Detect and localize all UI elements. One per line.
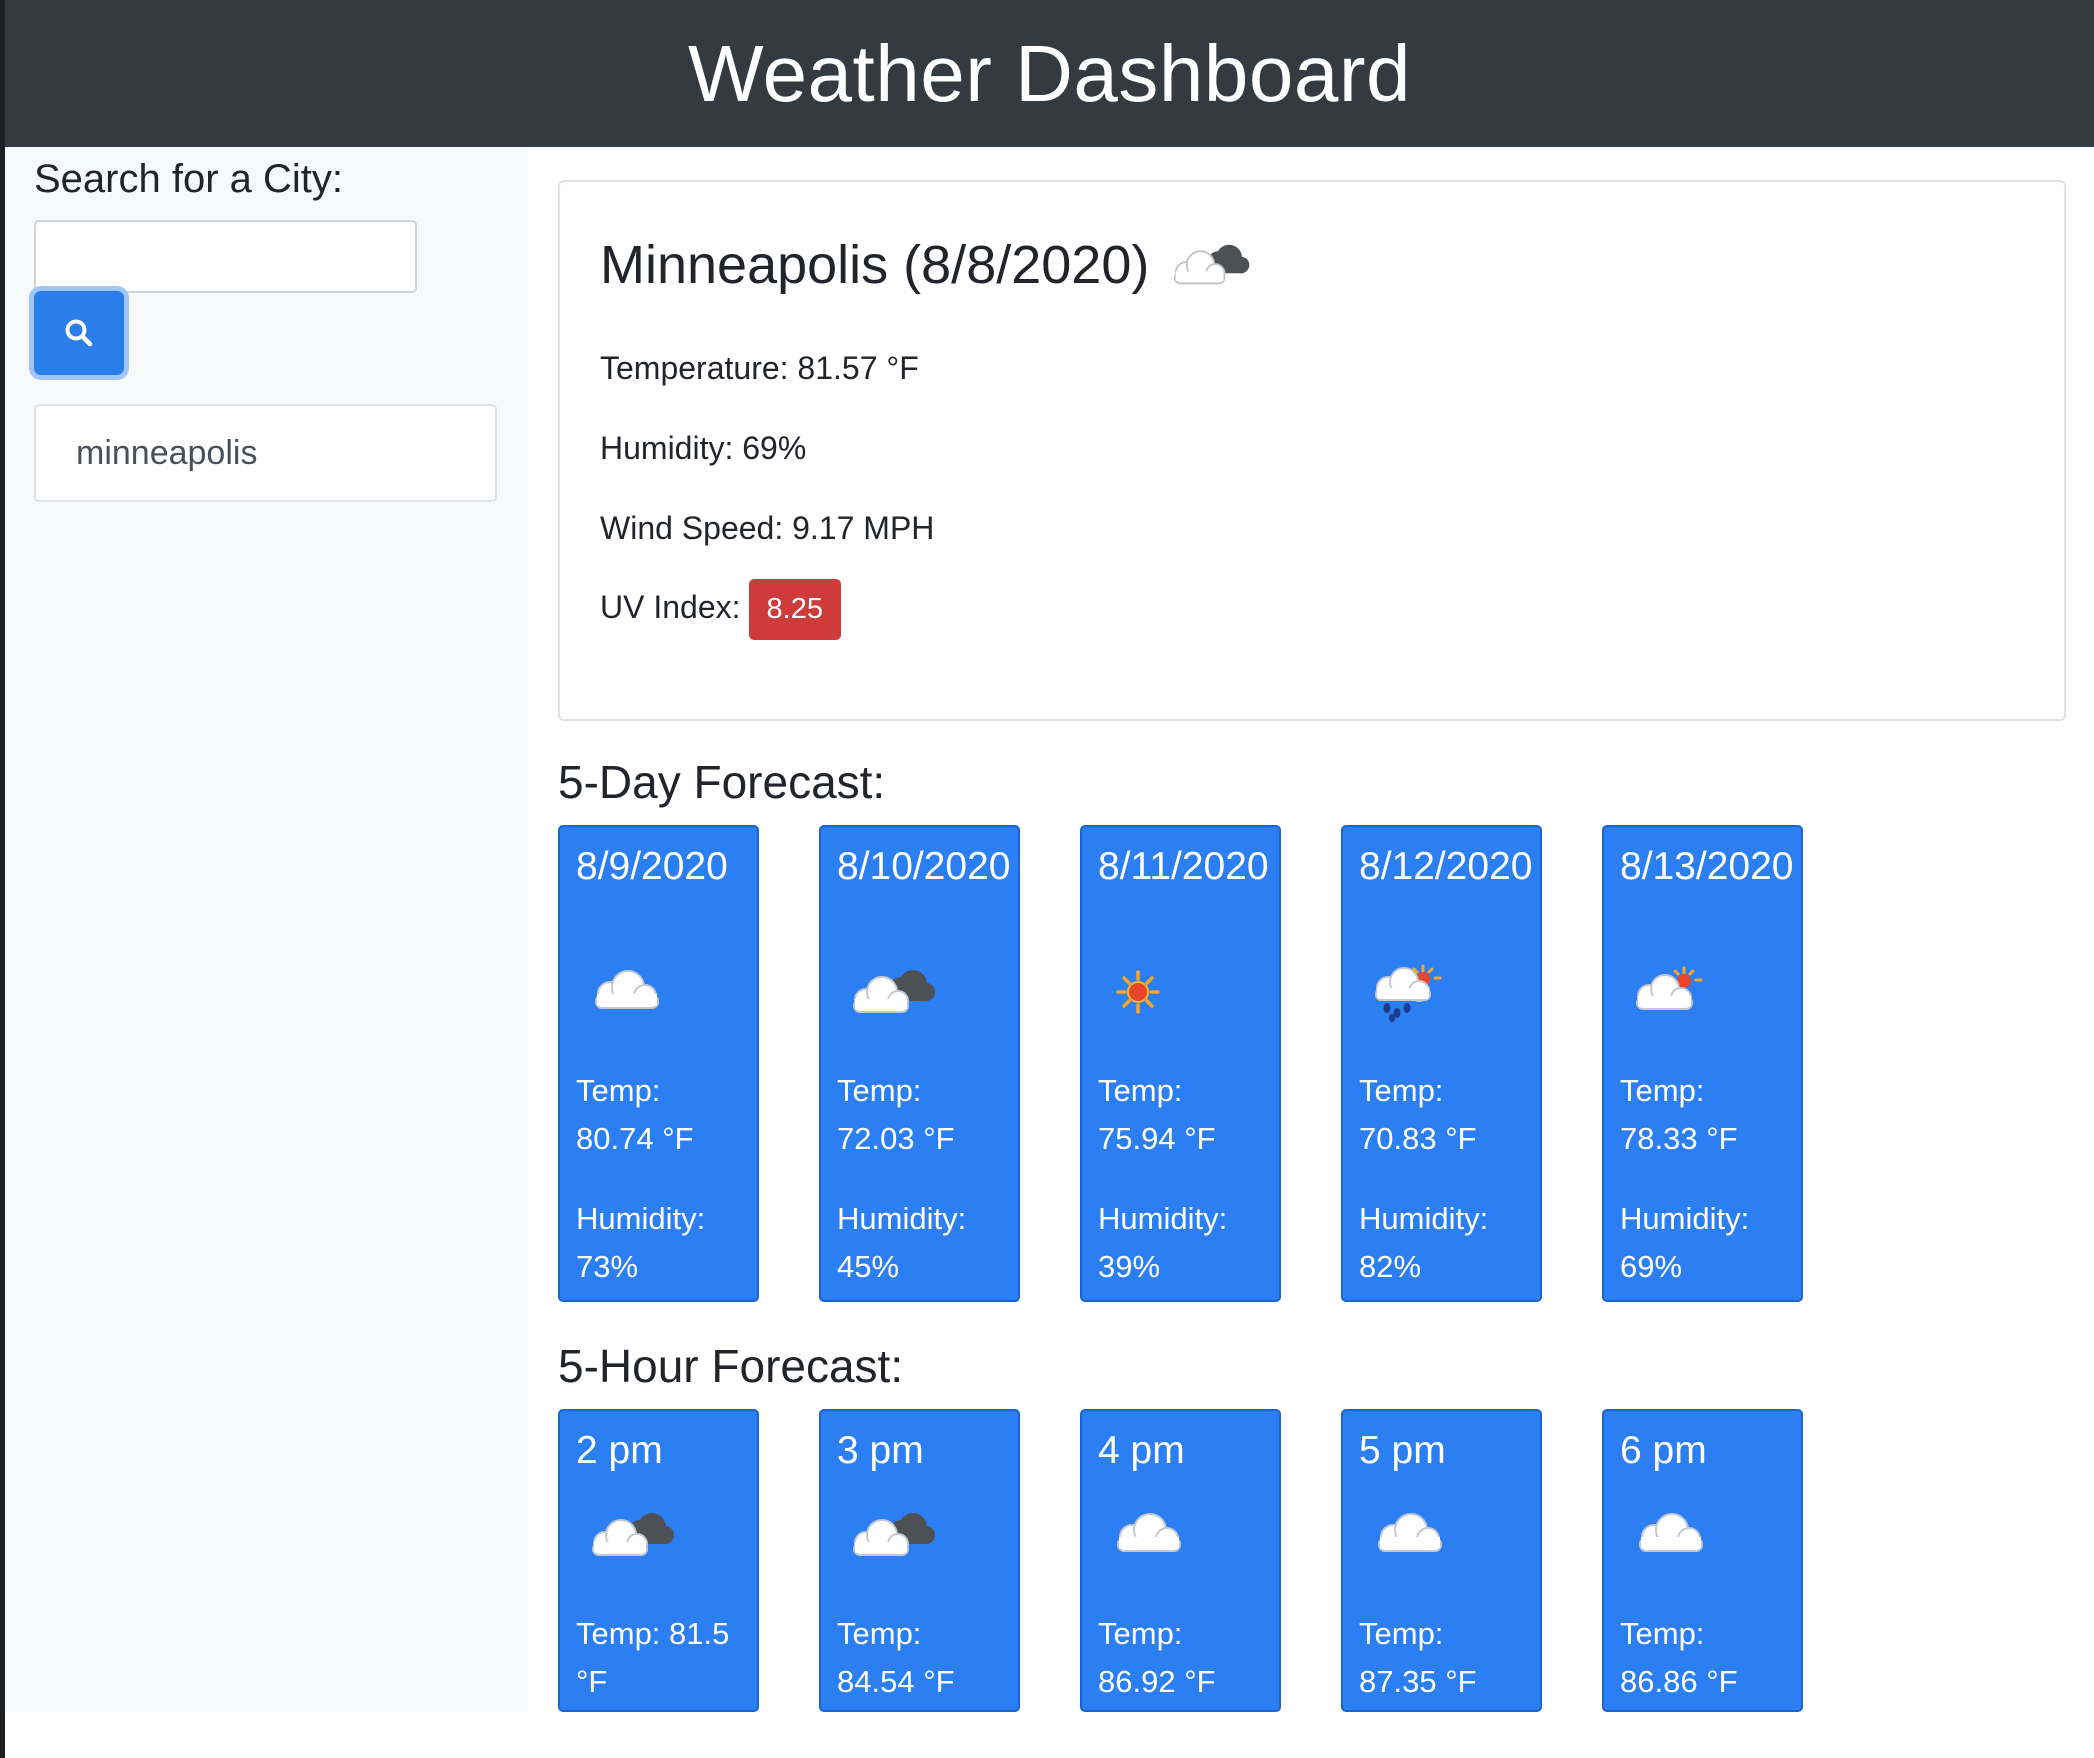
forecast-humidity: 45%	[837, 1249, 900, 1284]
sun-icon	[1116, 970, 1160, 1014]
forecast-temp: 70.83 °F	[1359, 1121, 1477, 1156]
daily-forecast-card: 8/9/2020 Temp: 80.74 °F Humidity: 73%	[558, 825, 759, 1302]
app-header: Weather Dashboard	[5, 0, 2094, 147]
forecast-temp-label: Temp:	[1098, 1073, 1183, 1108]
current-city-name: Minneapolis (8/8/2020)	[600, 235, 1150, 295]
forecast-temp: 78.33 °F	[1620, 1121, 1738, 1156]
cloud-icon	[1378, 1513, 1442, 1552]
cloud-dark-icon	[853, 1513, 935, 1556]
forecast-temp: 72.03 °F	[837, 1121, 955, 1156]
cloud-sun-icon	[1636, 966, 1703, 1010]
page-title: Weather Dashboard	[688, 28, 1411, 118]
search-button[interactable]	[34, 291, 124, 375]
forecast-temp-label: Temp:	[576, 1073, 661, 1108]
hourly-temp-line2: 84.54 °F	[837, 1664, 955, 1699]
cloud-icon	[1117, 1513, 1181, 1552]
forecast-temp-label: Temp:	[837, 1073, 922, 1108]
hourly-temp-line1: Temp:	[1098, 1616, 1183, 1651]
five-hour-forecast-title: 5-Hour Forecast:	[558, 1340, 904, 1392]
current-city-heading: Minneapolis (8/8/2020)	[600, 234, 1253, 296]
main-content: Minneapolis (8/8/2020) Temperature: 81.5…	[528, 147, 2094, 1712]
forecast-time: 3 pm	[837, 1429, 924, 1472]
current-humidity: Humidity: 69%	[600, 430, 807, 466]
forecast-humidity: 73%	[576, 1249, 639, 1284]
forecast-temp-label: Temp:	[1620, 1073, 1705, 1108]
cloud-dark-icon	[853, 970, 935, 1013]
cloud-dark-icon	[592, 1513, 674, 1556]
forecast-humidity: 39%	[1098, 1249, 1161, 1284]
forecast-humidity-label: Humidity:	[837, 1201, 967, 1236]
hourly-forecast-card: 2 pm Temp: 81.5 °F	[558, 1409, 759, 1712]
hourly-temp-line2: 86.92 °F	[1098, 1664, 1216, 1699]
forecast-date: 8/13/2020	[1620, 845, 1794, 888]
forecast-temp: 80.74 °F	[576, 1121, 694, 1156]
hourly-forecast-card: 5 pm Temp: 87.35 °F	[1341, 1409, 1542, 1712]
hourly-temp-line1: Temp:	[837, 1616, 922, 1651]
cloud-icon	[1639, 1513, 1703, 1552]
daily-forecast-card: 8/13/2020 Temp: 78.33 °F Humidity: 69%	[1602, 825, 1803, 1302]
hourly-temp-line1: Temp:	[1620, 1616, 1705, 1651]
search-label: Search for a City:	[34, 157, 344, 201]
forecast-humidity-label: Humidity:	[576, 1201, 706, 1236]
hourly-forecast-card: 6 pm Temp: 86.86 °F	[1602, 1409, 1803, 1712]
current-temperature: Temperature: 81.57 °F	[600, 350, 919, 386]
cloud-dark-icon	[1174, 244, 1250, 285]
forecast-time: 4 pm	[1098, 1429, 1185, 1472]
rain-sun-icon	[1375, 964, 1442, 1022]
current-wind-speed: Wind Speed: 9.17 MPH	[600, 510, 935, 546]
sidebar: Search for a City: minneapolis	[5, 147, 528, 1712]
daily-forecast-card: 8/11/2020 Temp: 75.94 °F Humidity: 39%	[1080, 825, 1281, 1302]
forecast-humidity-label: Humidity:	[1359, 1201, 1489, 1236]
forecast-humidity-label: Humidity:	[1098, 1201, 1228, 1236]
forecast-humidity: 69%	[1620, 1249, 1683, 1284]
hourly-temp-line1: Temp: 81.5	[576, 1616, 730, 1651]
hourly-temp-line2: 86.86 °F	[1620, 1664, 1738, 1699]
hourly-forecast-card: 4 pm Temp: 86.92 °F	[1080, 1409, 1281, 1712]
forecast-humidity-label: Humidity:	[1620, 1201, 1750, 1236]
forecast-humidity: 82%	[1359, 1249, 1422, 1284]
uv-index-label: UV Index:	[600, 588, 741, 625]
city-search-input[interactable]	[34, 220, 417, 293]
hourly-temp-line2: °F	[576, 1664, 608, 1699]
current-uv-index: UV Index: 8.25	[600, 579, 841, 640]
forecast-date: 8/10/2020	[837, 845, 1011, 888]
daily-forecast-card: 8/10/2020 Temp: 72.03 °F Humidity: 45%	[819, 825, 1020, 1302]
hourly-temp-line2: 87.35 °F	[1359, 1664, 1477, 1699]
forecast-time: 6 pm	[1620, 1429, 1707, 1472]
forecast-time: 2 pm	[576, 1429, 663, 1472]
daily-forecast-card: 8/12/2020 Temp: 70.83 °F Humidity: 82%	[1341, 825, 1542, 1302]
forecast-time: 5 pm	[1359, 1429, 1446, 1472]
uv-index-badge: 8.25	[748, 579, 841, 640]
forecast-temp-label: Temp:	[1359, 1073, 1444, 1108]
five-day-forecast-title: 5-Day Forecast:	[558, 756, 886, 808]
search-history-item[interactable]: minneapolis	[34, 404, 497, 502]
forecast-date: 8/9/2020	[576, 845, 728, 888]
current-weather-card: Minneapolis (8/8/2020) Temperature: 81.5…	[558, 180, 2066, 721]
search-icon	[65, 319, 93, 347]
hourly-forecast-card: 3 pm Temp: 84.54 °F	[819, 1409, 1020, 1712]
forecast-date: 8/12/2020	[1359, 845, 1533, 888]
forecast-date: 8/11/2020	[1098, 845, 1269, 888]
forecast-temp: 75.94 °F	[1098, 1121, 1216, 1156]
hourly-temp-line1: Temp:	[1359, 1616, 1444, 1651]
cloud-icon	[595, 970, 659, 1009]
